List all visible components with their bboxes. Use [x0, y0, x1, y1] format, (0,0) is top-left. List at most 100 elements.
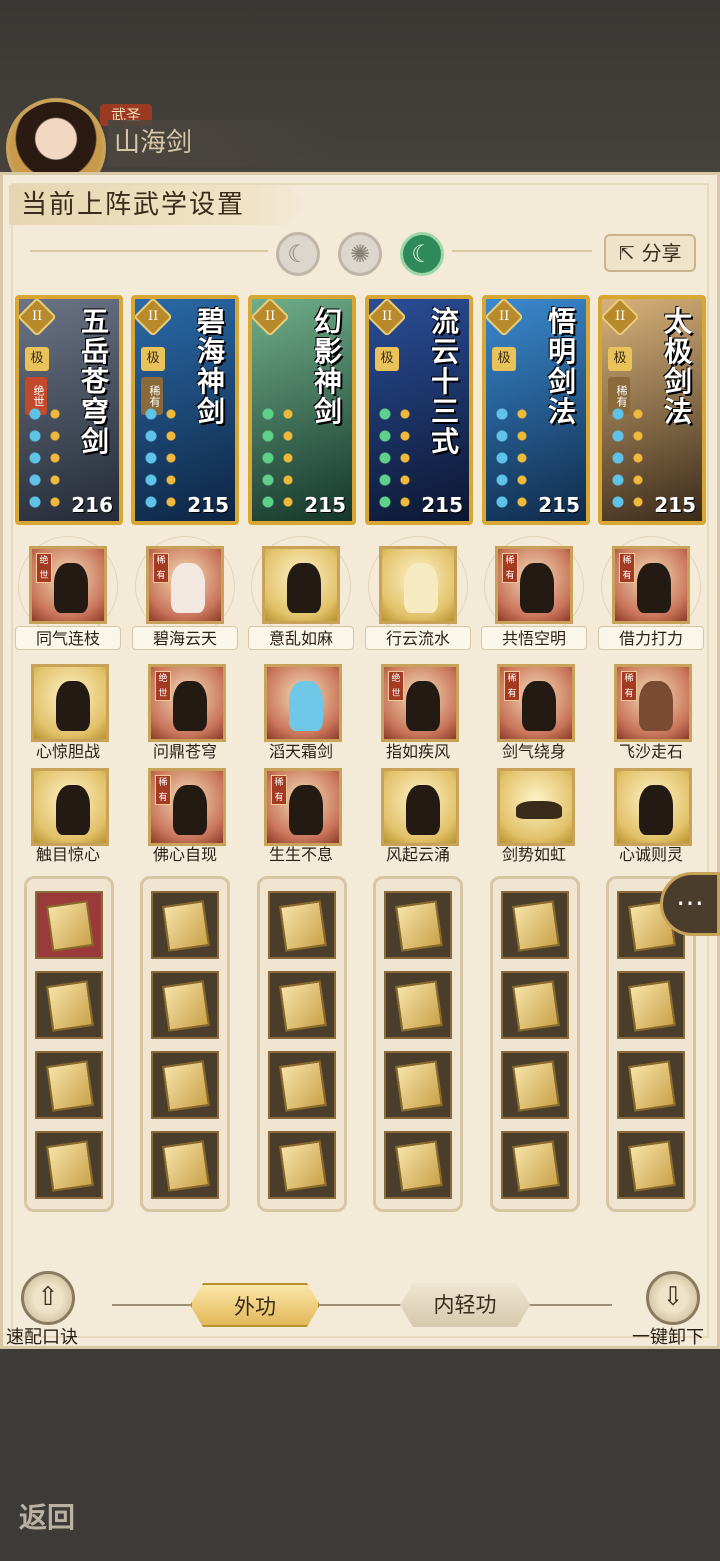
unequip-all-button[interactable]: ⇩ [646, 1271, 700, 1325]
skill-tile[interactable]: 绝世 [381, 664, 459, 742]
skill-tile[interactable] [614, 768, 692, 846]
formula-slot[interactable] [617, 1051, 685, 1119]
formula-slot[interactable] [151, 891, 219, 959]
formula-slot[interactable] [501, 971, 569, 1039]
quick-equip-button[interactable]: ⇧ [21, 1271, 75, 1325]
card-name: 悟明剑法 [547, 305, 576, 428]
scroll-token [512, 1140, 560, 1192]
martial-card[interactable]: II 极 流云十三式 215 [365, 295, 473, 525]
skill-tile[interactable] [264, 664, 342, 742]
level-badge: II [135, 299, 173, 337]
formula-slot[interactable] [384, 971, 452, 1039]
level-badge: II [486, 299, 524, 337]
skill-tile[interactable]: 稀有 [612, 546, 690, 624]
skill-tile[interactable] [31, 768, 109, 846]
formula-slot[interactable] [617, 1131, 685, 1199]
skill-label: 行云流水 [365, 626, 471, 650]
skill-tag: 稀有 [504, 671, 520, 701]
skill-tile[interactable]: 稀有 [497, 664, 575, 742]
grade-badge: 极 [141, 347, 165, 371]
skill-tile[interactable]: 稀有 [614, 664, 692, 742]
skill-tile[interactable]: 稀有 [146, 546, 224, 624]
ornament-divider-right [452, 250, 592, 252]
jade-mode-button[interactable]: ☾ [400, 232, 444, 276]
formula-slot[interactable] [501, 891, 569, 959]
formula-slot[interactable] [384, 1051, 452, 1119]
share-button[interactable]: ⇱ 分享 [604, 234, 696, 272]
back-button[interactable]: 返回 [4, 1468, 90, 1540]
arrow-up-icon: ⇧ [37, 1282, 59, 1312]
martial-card[interactable]: II 极 绝世 五岳苍穹剑 216 [15, 295, 123, 525]
formula-slot[interactable] [268, 971, 336, 1039]
skill-tile[interactable] [381, 768, 459, 846]
skill-label: 共悟空明 [481, 626, 587, 650]
formula-column [24, 876, 114, 1212]
formula-column [373, 876, 463, 1212]
card-power: 215 [187, 493, 229, 517]
card-name: 流云十三式 [430, 305, 459, 458]
panel-title: 当前上阵武学设置 [9, 185, 309, 225]
skill-label: 剑势如虹 [501, 845, 566, 864]
skill-art [171, 563, 205, 613]
skill-tile[interactable]: 稀有 [148, 768, 226, 846]
skill-art [522, 681, 556, 731]
scroll-token [46, 1140, 94, 1192]
star-dots [141, 403, 181, 513]
card-name: 幻影神剑 [313, 305, 342, 428]
scroll-token [162, 1140, 210, 1192]
formula-slot[interactable] [35, 1051, 103, 1119]
card-name: 太极剑法 [663, 305, 692, 428]
skill-art [639, 785, 673, 835]
formula-slot[interactable] [617, 971, 685, 1039]
star-dots [608, 403, 648, 513]
tab-internal[interactable]: 内轻功 [400, 1283, 530, 1327]
scroll-token [512, 900, 560, 952]
formula-slot[interactable] [151, 1051, 219, 1119]
formula-slot[interactable] [35, 1131, 103, 1199]
skill-tile[interactable]: 稀有 [495, 546, 573, 624]
formula-slot[interactable] [35, 891, 103, 959]
scroll-token [395, 980, 443, 1032]
skill-tile[interactable]: 绝世 [148, 664, 226, 742]
martial-card[interactable]: II 极 悟明剑法 215 [482, 295, 590, 525]
skill-label: 同气连枝 [15, 626, 121, 650]
skill-art [406, 681, 440, 731]
skill-art [56, 785, 90, 835]
formula-column [490, 876, 580, 1212]
card-name: 碧海神剑 [196, 305, 225, 428]
formula-slot[interactable] [384, 891, 452, 959]
skill-tag: 稀有 [271, 775, 287, 805]
skill-tile[interactable]: 稀有 [264, 768, 342, 846]
skill-tile[interactable] [379, 546, 457, 624]
skill-tile[interactable] [262, 546, 340, 624]
formula-slot[interactable] [35, 971, 103, 1039]
martial-card[interactable]: II 极 稀有 太极剑法 215 [598, 295, 706, 525]
skill-tile[interactable]: 绝世 [29, 546, 107, 624]
moon-mode-button[interactable]: ☾ [276, 232, 320, 276]
skill-label: 触目惊心 [35, 845, 100, 864]
formula-slot[interactable] [501, 1051, 569, 1119]
skill-label: 佛心自现 [152, 845, 217, 864]
formula-slot[interactable] [268, 1131, 336, 1199]
formula-slot[interactable] [384, 1131, 452, 1199]
formula-slot[interactable] [268, 891, 336, 959]
skill-tile[interactable] [497, 768, 575, 846]
martial-card[interactable]: II 幻影神剑 215 [248, 295, 356, 525]
card-name: 五岳苍穹剑 [80, 305, 109, 458]
sun-mode-button[interactable]: ✺ [338, 232, 382, 276]
skill-tile[interactable] [31, 664, 109, 742]
skill-tag: 绝世 [388, 671, 404, 701]
skill-label: 剑气绕身 [501, 742, 566, 761]
skill-art [639, 681, 673, 731]
arrow-down-icon: ⇩ [662, 1282, 684, 1312]
formula-slot[interactable] [501, 1131, 569, 1199]
tab-external[interactable]: 外功 [190, 1283, 320, 1327]
formula-slot[interactable] [151, 971, 219, 1039]
skill-tag: 绝世 [36, 553, 52, 583]
chat-button[interactable]: ⋯ [660, 872, 720, 936]
grade-badge: 极 [375, 347, 399, 371]
formula-slot[interactable] [268, 1051, 336, 1119]
skill-label: 生生不息 [268, 845, 333, 864]
formula-slot[interactable] [151, 1131, 219, 1199]
martial-card[interactable]: II 极 稀有 碧海神剑 215 [131, 295, 239, 525]
